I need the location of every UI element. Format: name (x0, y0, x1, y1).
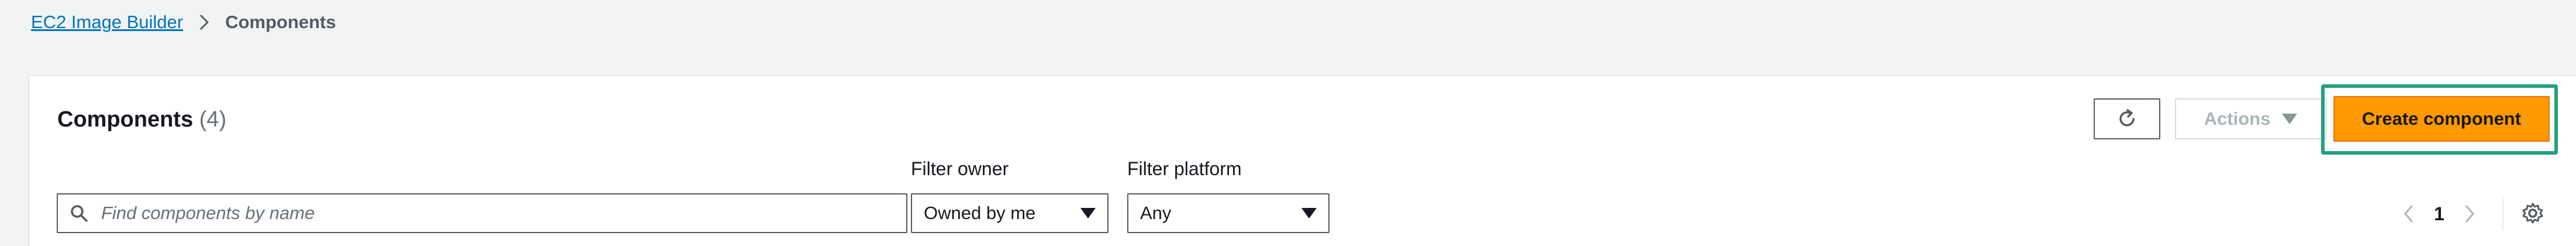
filter-platform-select[interactable]: Any (1127, 193, 1330, 233)
page-number[interactable]: 1 (2420, 203, 2458, 225)
refresh-button[interactable] (2094, 98, 2160, 139)
search-icon (70, 204, 88, 223)
pagination: 1 (2397, 199, 2481, 228)
filter-owner-value: Owned by me (924, 203, 1036, 223)
panel-count: (4) (199, 107, 227, 132)
filter-platform-value: Any (1140, 203, 1172, 223)
breadcrumb-link-image-builder[interactable]: EC2 Image Builder (31, 12, 183, 33)
previous-page-button[interactable] (2397, 199, 2420, 228)
chevron-left-icon (2404, 205, 2413, 223)
filter-platform-label: Filter platform (1127, 158, 1242, 179)
actions-button[interactable]: Actions (2175, 98, 2326, 139)
page-title: Components (4) (57, 105, 226, 134)
chevron-right-icon (2465, 205, 2474, 223)
caret-down-icon (1080, 208, 1096, 218)
caret-down-icon (2282, 114, 2298, 124)
filter-owner-label: Filter owner (911, 158, 1009, 179)
panel-title-text: Components (57, 107, 194, 132)
breadcrumb: EC2 Image Builder Components (31, 11, 336, 34)
search-field (57, 193, 907, 233)
create-component-button[interactable]: Create component (2333, 96, 2550, 142)
breadcrumb-current: Components (225, 12, 336, 32)
actions-label: Actions (2204, 108, 2271, 129)
chevron-right-icon (198, 13, 210, 31)
next-page-button[interactable] (2458, 199, 2481, 228)
preferences-button[interactable] (2520, 200, 2546, 226)
divider (2502, 196, 2504, 230)
search-input[interactable] (100, 195, 906, 231)
refresh-icon (2116, 108, 2138, 130)
filter-owner-select[interactable]: Owned by me (911, 193, 1109, 233)
caret-down-icon (1301, 208, 1317, 218)
components-panel: Components (4) Actions Create component … (29, 76, 2576, 246)
gear-icon (2522, 203, 2543, 224)
